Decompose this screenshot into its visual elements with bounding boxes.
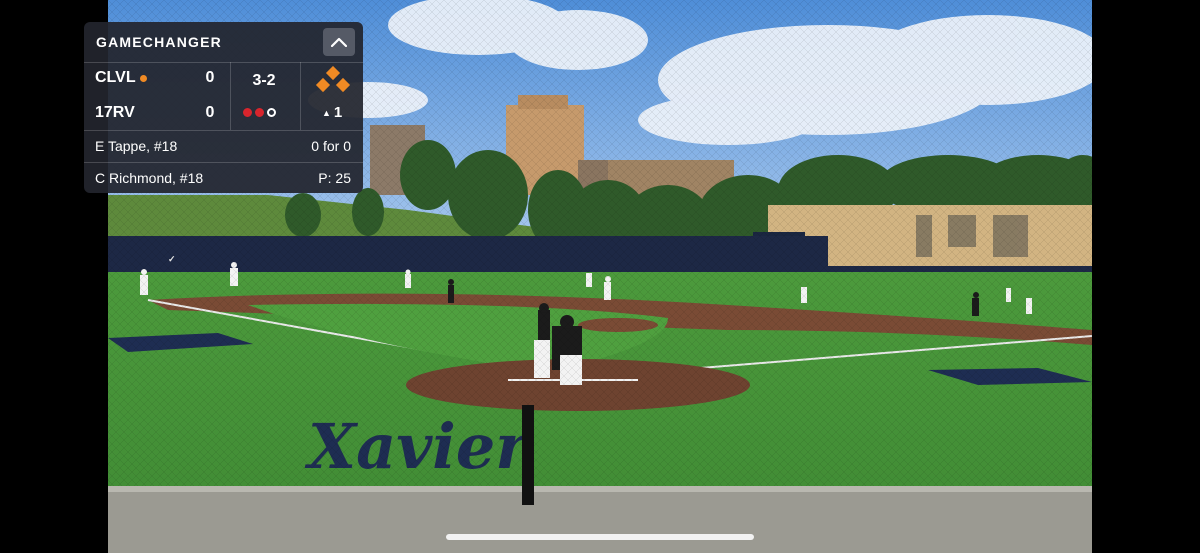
letterbox-right (1092, 0, 1200, 553)
out-dot (243, 108, 252, 117)
inning-number: 1 (333, 104, 343, 121)
inning-indicator: ▲ 1 (322, 104, 342, 121)
home-team: 17RV (95, 104, 135, 122)
net-pole (522, 405, 534, 505)
brand-logo: GAMECHANGER (96, 34, 222, 50)
home-team-name: 17RV (95, 104, 135, 121)
top-inning-arrow-icon: ▲ (322, 107, 331, 118)
front-wall (108, 490, 1092, 553)
pitcher-row: C Richmond, #18 P: 25 (84, 163, 363, 193)
away-team: CLVL (95, 69, 147, 87)
outs-indicator (243, 108, 276, 117)
ball-strike-count: 3-2 (252, 72, 276, 89)
away-team-score: 0 (205, 69, 215, 86)
batter-row: E Tappe, #18 0 for 0 (84, 131, 363, 161)
batter-name: E Tappe, #18 (95, 138, 178, 154)
home-team-score: 0 (205, 104, 215, 121)
pitch-count: P: 25 (318, 170, 351, 186)
chevron-up-icon (331, 37, 347, 47)
second-base (325, 66, 341, 81)
home-indicator[interactable] (446, 534, 754, 540)
live-scoreboard-overlay: GAMECHANGER CLVL 0 17RV 0 3-2 ▲ 1 E Tapp… (84, 22, 363, 193)
bases-diamond-icon (315, 66, 351, 93)
away-team-name: CLVL (95, 69, 136, 86)
third-base (315, 77, 331, 93)
collapse-button[interactable] (323, 28, 355, 56)
out-dot (267, 108, 276, 117)
out-dot (255, 108, 264, 117)
first-base (335, 77, 351, 93)
batter-stat: 0 for 0 (311, 138, 351, 154)
scoreboard-header: GAMECHANGER (84, 22, 363, 62)
possession-dot (139, 74, 147, 82)
pitcher-name: C Richmond, #18 (95, 170, 204, 186)
